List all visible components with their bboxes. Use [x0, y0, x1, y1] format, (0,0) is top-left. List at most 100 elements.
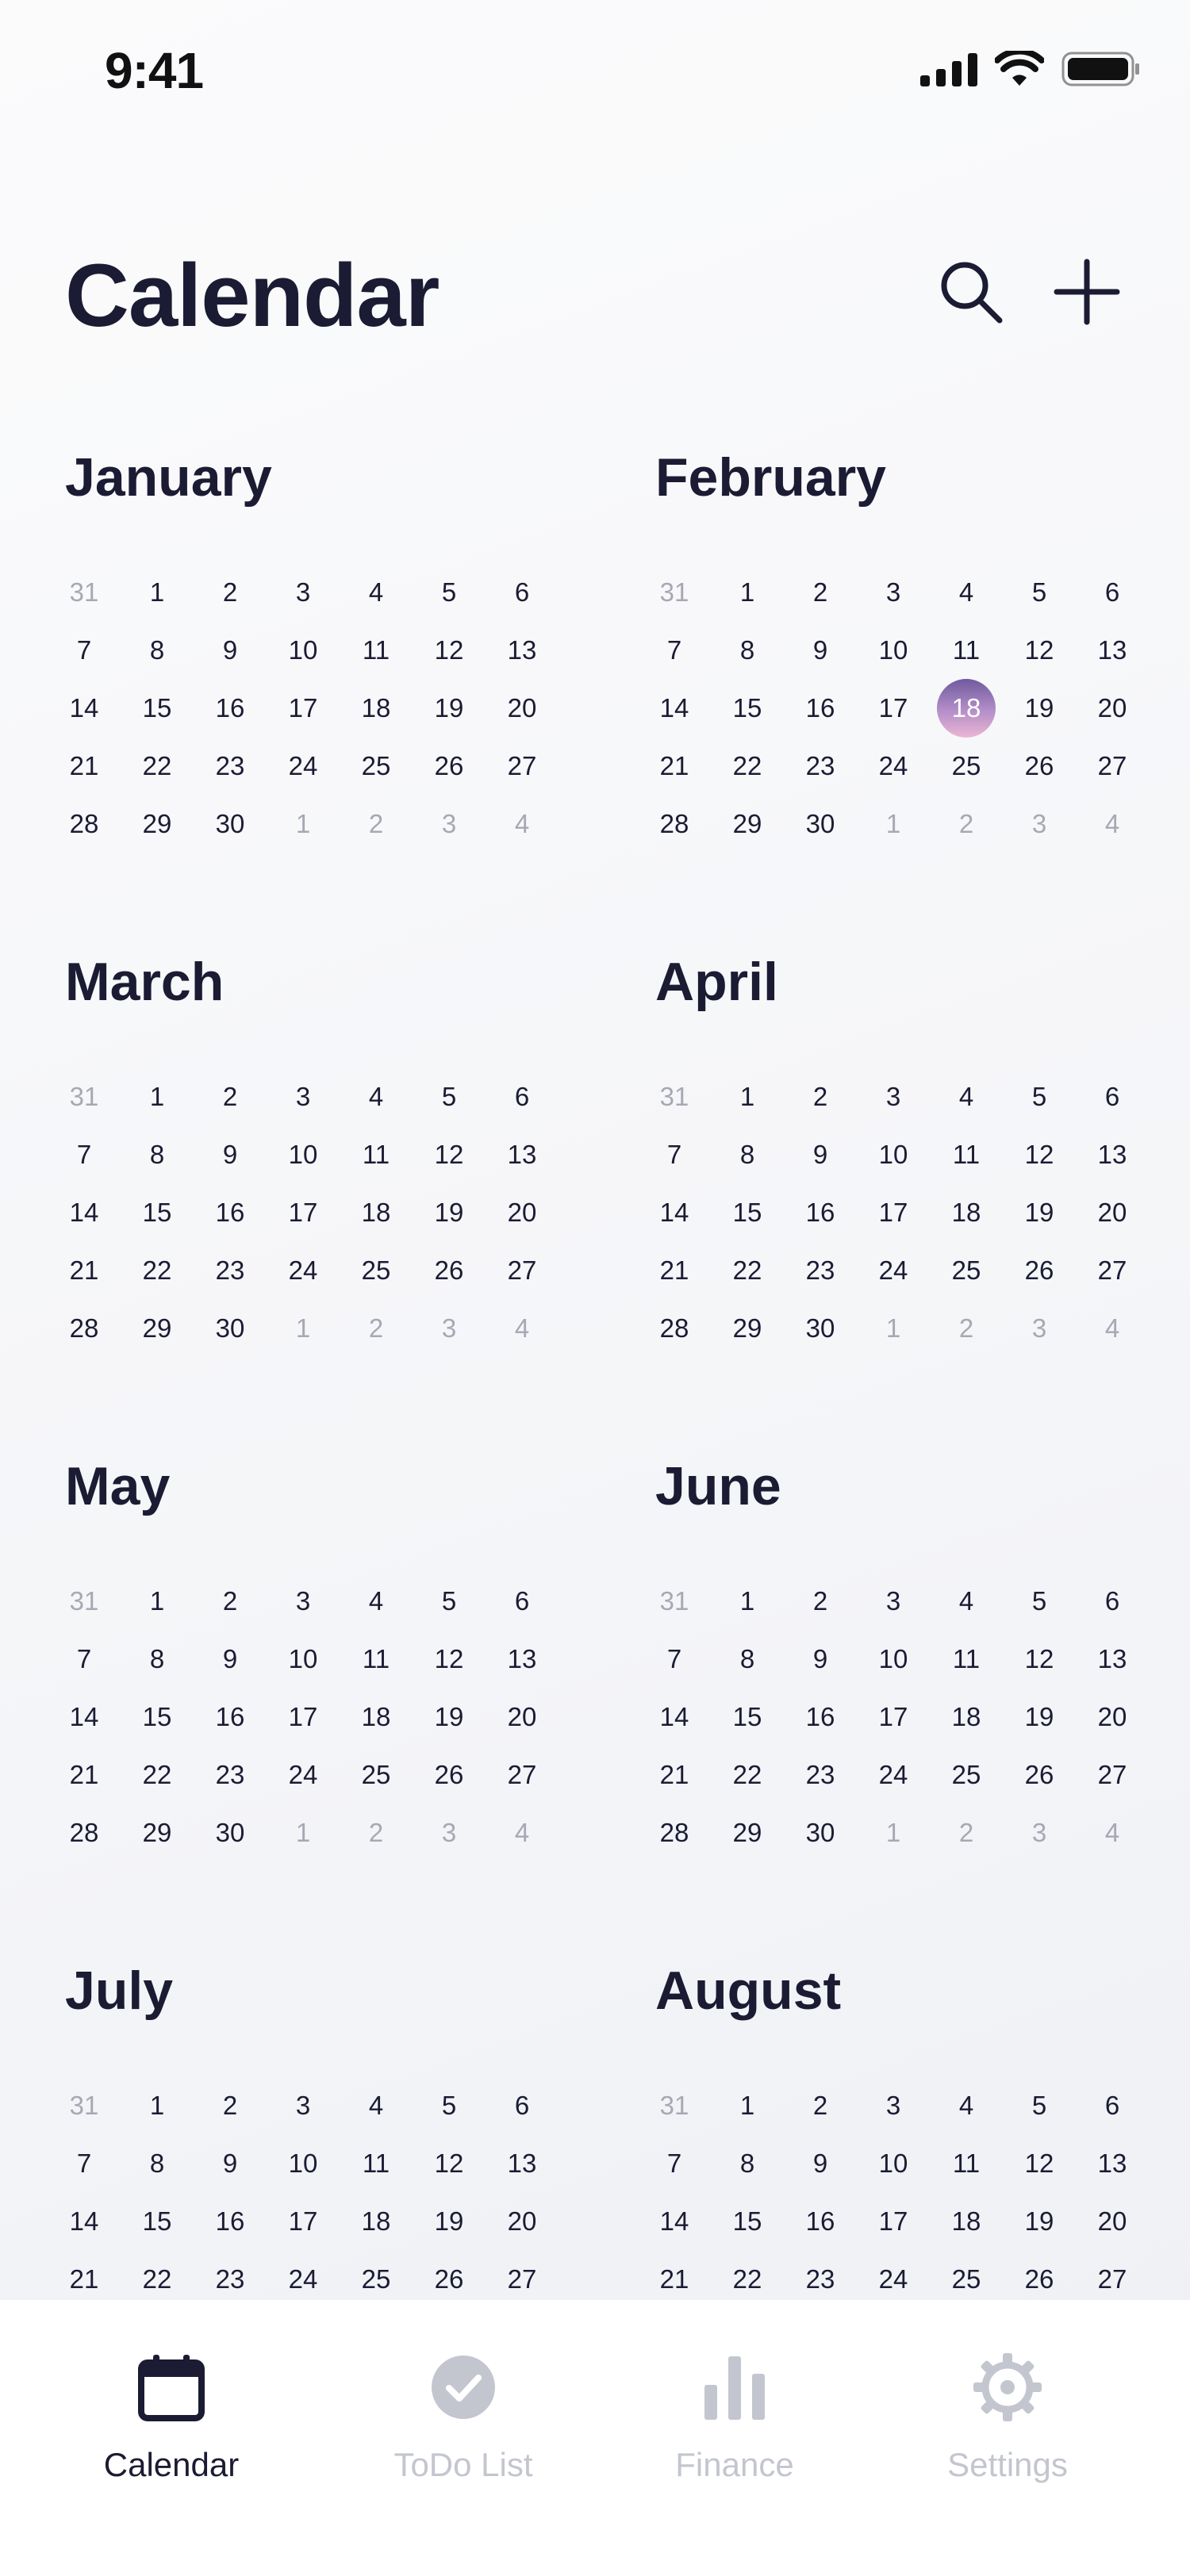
- day-cell[interactable]: 5: [416, 563, 482, 621]
- day-cell[interactable]: 29: [124, 795, 190, 853]
- day-cell[interactable]: 24: [860, 1746, 927, 1804]
- day-cell[interactable]: 7: [51, 2134, 117, 2192]
- day-cell[interactable]: 1: [270, 795, 336, 853]
- day-cell[interactable]: 2: [933, 1299, 1000, 1357]
- day-cell[interactable]: 2: [343, 795, 409, 853]
- day-cell[interactable]: 2: [787, 1068, 854, 1125]
- day-cell[interactable]: 10: [270, 1125, 336, 1183]
- day-cell[interactable]: 13: [489, 2134, 555, 2192]
- day-cell[interactable]: 14: [641, 1183, 708, 1241]
- day-cell[interactable]: 5: [416, 1068, 482, 1125]
- day-cell[interactable]: 17: [860, 1688, 927, 1746]
- day-cell[interactable]: 11: [343, 2134, 409, 2192]
- day-cell[interactable]: 9: [197, 1630, 263, 1688]
- day-cell[interactable]: 6: [489, 2076, 555, 2134]
- day-cell[interactable]: 8: [714, 1125, 781, 1183]
- day-cell[interactable]: 2: [197, 1068, 263, 1125]
- day-cell[interactable]: 28: [51, 795, 117, 853]
- day-cell[interactable]: 15: [124, 2192, 190, 2250]
- day-cell[interactable]: 3: [270, 1572, 336, 1630]
- day-cell[interactable]: 3: [860, 1068, 927, 1125]
- day-cell[interactable]: 25: [933, 737, 1000, 795]
- day-cell[interactable]: 4: [489, 1299, 555, 1357]
- day-cell[interactable]: 18: [343, 1688, 409, 1746]
- day-cell[interactable]: 4: [933, 1572, 1000, 1630]
- day-cell[interactable]: 13: [1079, 621, 1146, 679]
- day-cell[interactable]: 14: [51, 1688, 117, 1746]
- day-cell[interactable]: 29: [714, 1299, 781, 1357]
- day-cell[interactable]: 29: [124, 1299, 190, 1357]
- day-cell[interactable]: 29: [714, 795, 781, 853]
- day-cell[interactable]: 6: [489, 1572, 555, 1630]
- day-cell[interactable]: 16: [197, 679, 263, 737]
- day-cell[interactable]: 3: [1006, 795, 1073, 853]
- day-cell[interactable]: 22: [714, 1746, 781, 1804]
- day-cell[interactable]: 18: [343, 1183, 409, 1241]
- day-cell[interactable]: 25: [343, 1241, 409, 1299]
- day-cell[interactable]: 10: [270, 621, 336, 679]
- day-cell[interactable]: 31: [51, 1068, 117, 1125]
- day-cell[interactable]: 6: [1079, 1068, 1146, 1125]
- day-cell[interactable]: 10: [270, 1630, 336, 1688]
- day-cell[interactable]: 17: [860, 679, 927, 737]
- day-cell[interactable]: 15: [714, 1688, 781, 1746]
- day-cell[interactable]: 4: [343, 563, 409, 621]
- day-cell[interactable]: 28: [641, 1804, 708, 1861]
- day-cell[interactable]: 22: [124, 1241, 190, 1299]
- day-cell[interactable]: 2: [197, 563, 263, 621]
- day-cell[interactable]: 15: [714, 679, 781, 737]
- day-cell[interactable]: 19: [1006, 2192, 1073, 2250]
- day-cell[interactable]: 1: [124, 1572, 190, 1630]
- day-cell[interactable]: 5: [1006, 1572, 1073, 1630]
- day-cell[interactable]: 16: [787, 1688, 854, 1746]
- day-cell[interactable]: 14: [641, 679, 708, 737]
- day-cell[interactable]: 22: [714, 1241, 781, 1299]
- search-button[interactable]: [933, 254, 1009, 330]
- day-cell[interactable]: 1: [124, 1068, 190, 1125]
- tab-todo-list[interactable]: ToDo List: [344, 2348, 582, 2484]
- day-cell[interactable]: 13: [1079, 1630, 1146, 1688]
- day-cell[interactable]: 31: [641, 1068, 708, 1125]
- day-cell[interactable]: 16: [787, 1183, 854, 1241]
- day-cell[interactable]: 1: [270, 1299, 336, 1357]
- day-cell[interactable]: 3: [416, 1299, 482, 1357]
- day-cell[interactable]: 31: [641, 2076, 708, 2134]
- day-cell[interactable]: 15: [124, 1183, 190, 1241]
- day-cell[interactable]: 25: [343, 1746, 409, 1804]
- day-cell[interactable]: 22: [124, 1746, 190, 1804]
- day-cell[interactable]: 13: [489, 1630, 555, 1688]
- day-cell[interactable]: 19: [416, 1688, 482, 1746]
- day-cell[interactable]: 8: [714, 621, 781, 679]
- day-cell[interactable]: 8: [124, 2134, 190, 2192]
- day-cell[interactable]: 6: [489, 563, 555, 621]
- day-cell[interactable]: 28: [51, 1804, 117, 1861]
- day-cell[interactable]: 2: [197, 1572, 263, 1630]
- tab-settings[interactable]: Settings: [889, 2348, 1127, 2484]
- day-cell[interactable]: 12: [416, 621, 482, 679]
- day-cell[interactable]: 11: [933, 621, 1000, 679]
- day-cell[interactable]: 17: [270, 2192, 336, 2250]
- day-cell[interactable]: 16: [197, 1688, 263, 1746]
- day-cell[interactable]: 11: [343, 1630, 409, 1688]
- day-cell[interactable]: 14: [51, 1183, 117, 1241]
- day-cell[interactable]: 5: [1006, 1068, 1073, 1125]
- day-cell[interactable]: 9: [197, 1125, 263, 1183]
- day-cell[interactable]: 7: [51, 1125, 117, 1183]
- day-cell[interactable]: 7: [641, 1125, 708, 1183]
- day-cell[interactable]: 17: [270, 1183, 336, 1241]
- day-cell[interactable]: 14: [641, 1688, 708, 1746]
- day-cell[interactable]: 1: [124, 563, 190, 621]
- day-cell[interactable]: 8: [124, 1630, 190, 1688]
- day-cell[interactable]: 31: [51, 2076, 117, 2134]
- day-cell[interactable]: 4: [933, 563, 1000, 621]
- day-cell[interactable]: 18: [343, 2192, 409, 2250]
- day-cell[interactable]: 19: [1006, 679, 1073, 737]
- day-cell[interactable]: 28: [641, 1299, 708, 1357]
- day-cell[interactable]: 7: [641, 2134, 708, 2192]
- day-cell[interactable]: 15: [714, 1183, 781, 1241]
- day-cell[interactable]: 3: [270, 563, 336, 621]
- day-cell[interactable]: 29: [124, 1804, 190, 1861]
- day-cell[interactable]: 7: [51, 621, 117, 679]
- day-cell[interactable]: 19: [1006, 1688, 1073, 1746]
- day-cell[interactable]: 24: [270, 1746, 336, 1804]
